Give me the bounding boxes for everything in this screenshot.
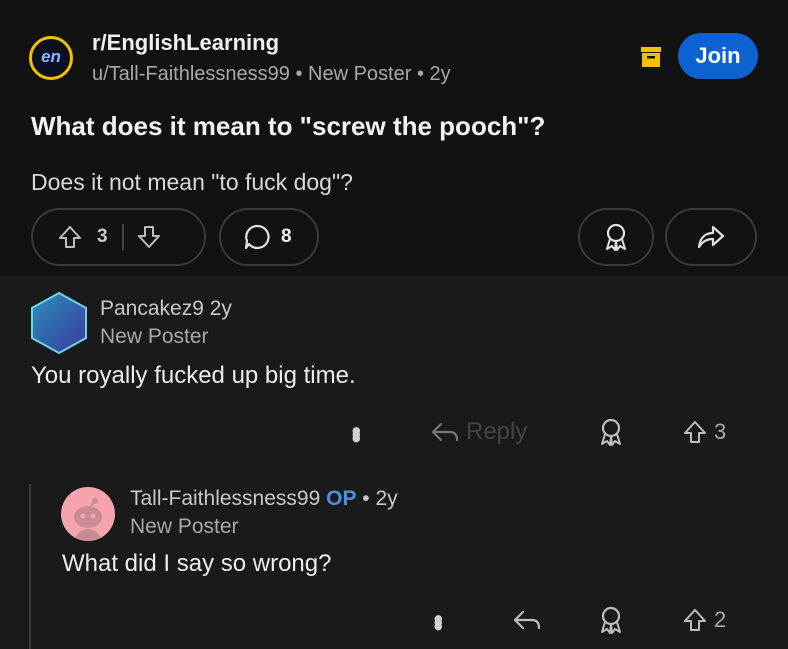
- reply-meta: Tall-Faithlessness99 OP • 2y: [130, 487, 398, 511]
- meta-separator: •: [295, 63, 308, 85]
- post-meta: u/Tall-Faithlessness99 • New Poster • 2y: [92, 63, 451, 86]
- snoo-icon: [74, 498, 102, 541]
- post-card: en r/EnglishLearning u/Tall-Faithlessnes…: [0, 0, 788, 276]
- comment-meta: Pancakez9 2y: [100, 297, 232, 321]
- reply-reply-button[interactable]: [512, 600, 542, 640]
- share-icon: [696, 223, 726, 251]
- upvote-icon: [682, 419, 708, 445]
- upvote-icon[interactable]: [57, 224, 83, 250]
- meta-separator: •: [416, 63, 430, 85]
- comments-button[interactable]: 8: [219, 208, 319, 266]
- upvote-icon: [682, 607, 708, 633]
- reply-actions: •••: [422, 600, 454, 640]
- reply-button[interactable]: Reply: [430, 412, 527, 452]
- comment-score: 3: [714, 419, 727, 444]
- meta-separator: •: [362, 487, 376, 510]
- comment-upvote[interactable]: 3: [682, 412, 726, 452]
- reply-upvote[interactable]: 2: [682, 600, 726, 640]
- archive-icon: [641, 47, 661, 67]
- author-flair: New Poster: [308, 63, 412, 85]
- reply-flair: New Poster: [130, 515, 239, 538]
- reply-age: 2y: [375, 487, 398, 510]
- comment-icon: [243, 223, 271, 251]
- comment-actions: •••: [340, 412, 372, 452]
- downvote-icon[interactable]: [136, 224, 162, 250]
- reply-award-button[interactable]: [597, 600, 625, 640]
- post-title[interactable]: What does it mean to "screw the pooch"?: [31, 111, 545, 142]
- award-icon: [597, 605, 625, 635]
- join-button[interactable]: Join: [678, 33, 758, 79]
- subreddit-name[interactable]: r/EnglishLearning: [92, 30, 279, 56]
- snoo-avatar[interactable]: [61, 487, 115, 541]
- comment-author[interactable]: Pancakez9: [100, 297, 204, 320]
- comment-flair: New Poster: [100, 325, 209, 348]
- award-button[interactable]: [578, 208, 654, 266]
- reply-author[interactable]: Tall-Faithlessness99: [130, 487, 320, 510]
- reply-icon: [430, 420, 460, 444]
- comment-text: You royally fucked up big time.: [31, 362, 356, 389]
- user-avatar[interactable]: [29, 291, 89, 355]
- vote-bar: 3: [31, 208, 206, 266]
- comment-age: 2y: [209, 297, 232, 320]
- upvote-count: 3: [97, 226, 108, 247]
- award-icon: [602, 222, 630, 252]
- more-icon[interactable]: •••: [340, 426, 372, 437]
- more-icon[interactable]: •••: [422, 614, 454, 625]
- share-button[interactable]: [665, 208, 757, 266]
- reply-text: What did I say so wrong?: [62, 550, 332, 577]
- comment-count: 8: [281, 226, 292, 247]
- reply-score: 2: [714, 607, 727, 632]
- op-badge: OP: [326, 487, 357, 510]
- reply-label: Reply: [466, 418, 528, 445]
- vote-divider: [121, 224, 124, 250]
- post-author[interactable]: u/Tall-Faithlessness99: [92, 63, 290, 85]
- thread-line: [29, 484, 31, 649]
- subreddit-avatar[interactable]: en: [29, 36, 73, 80]
- award-icon: [597, 417, 625, 447]
- reply-icon: [512, 608, 542, 632]
- post-body: Does it not mean "to fuck dog"?: [31, 169, 353, 195]
- subreddit-avatar-text: en: [41, 47, 61, 66]
- post-age: 2y: [429, 63, 451, 85]
- comment-award-button[interactable]: [597, 412, 625, 452]
